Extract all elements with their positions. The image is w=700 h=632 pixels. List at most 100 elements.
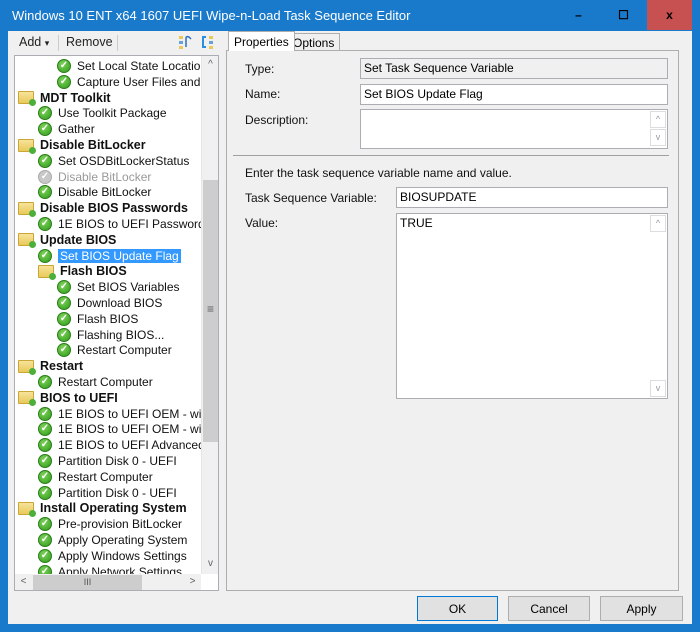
ok-button[interactable]: OK — [417, 596, 498, 621]
folder-icon — [18, 91, 36, 107]
tree-step[interactable]: ✓ Restart Computer — [38, 374, 153, 390]
check-icon: ✓ — [38, 438, 52, 453]
tree-group[interactable]: Disable BIOS Passwords — [18, 200, 188, 217]
scroll-down-icon[interactable]: v — [202, 558, 218, 569]
tree-step[interactable]: ✓ 1E BIOS to UEFI Advanced Settings — [38, 437, 218, 453]
scroll-down-icon[interactable]: v — [650, 380, 666, 397]
horizontal-scrollbar[interactable]: < III > — [15, 574, 201, 590]
value-text: TRUE — [400, 216, 433, 230]
tree-item-label: Pre-provision BitLocker — [58, 517, 183, 532]
tree-group[interactable]: Disable BitLocker — [18, 137, 146, 154]
tree-step[interactable]: ✓ Partition Disk 0 - UEFI — [38, 485, 177, 501]
tree-step[interactable]: ✓ Apply Windows Settings — [38, 548, 187, 564]
move-up-icon[interactable] — [178, 34, 192, 50]
tree-step[interactable]: ✓ Set BIOS Update Flag — [38, 248, 181, 264]
remove-button[interactable]: Remove — [66, 35, 113, 49]
maximize-icon: ☐ — [618, 8, 629, 22]
tree-item-label: MDT Toolkit — [40, 90, 111, 105]
tree-step[interactable]: ✓ 1E BIOS to UEFI Password Settings — [38, 216, 218, 232]
tab-properties[interactable]: Properties — [228, 31, 295, 51]
tree-item-label: Gather — [58, 122, 95, 137]
tree-step[interactable]: ✓ 1E BIOS to UEFI OEM - with Settings — [38, 406, 218, 422]
tree-step[interactable]: ✓ 1E BIOS to UEFI OEM - without Settings — [38, 421, 218, 437]
vertical-scrollbar[interactable]: ^ ≡ v — [201, 56, 218, 574]
tree-step[interactable]: ✓ Restart Computer — [38, 469, 153, 485]
check-icon: ✓ — [38, 217, 52, 231]
cancel-button[interactable]: Cancel — [508, 596, 590, 621]
tree-group[interactable]: BIOS to UEFI — [18, 390, 118, 407]
scroll-down-icon[interactable]: v — [650, 129, 666, 146]
scroll-up-icon[interactable]: ^ — [202, 59, 218, 70]
minimize-button[interactable]: – — [556, 0, 601, 30]
tree-item-label: Use Toolkit Package — [58, 106, 167, 121]
tree-group[interactable]: Update BIOS — [18, 232, 116, 249]
maximize-button[interactable]: ☐ — [601, 0, 646, 30]
tree-step[interactable]: ✓ Disable BitLocker — [38, 184, 151, 200]
add-button[interactable]: Add ▾ — [19, 35, 49, 49]
scroll-right-icon[interactable]: > — [184, 576, 201, 587]
tree-step[interactable]: ✓ Pre-provision BitLocker — [38, 516, 182, 532]
close-button[interactable]: x — [647, 0, 692, 30]
check-icon: ✓ — [38, 517, 52, 532]
value-textarea[interactable]: TRUE ^ v — [396, 213, 668, 399]
tree-step[interactable]: ✓ Apply Operating System — [38, 532, 187, 548]
tree-step[interactable]: ✓ Flashing BIOS... — [57, 327, 164, 343]
minimize-icon: – — [575, 8, 582, 22]
tree-step[interactable]: ✓ Flash BIOS — [57, 311, 138, 327]
tree-step[interactable]: ✓ Restart Computer — [57, 342, 172, 358]
tree-item-label: Disable BitLocker — [40, 138, 146, 152]
tree-step[interactable]: ✓ Use Toolkit Package — [38, 105, 167, 121]
apply-button[interactable]: Apply — [600, 596, 683, 621]
tree-group[interactable]: MDT Toolkit — [18, 90, 111, 107]
move-down-icon[interactable] — [200, 34, 214, 50]
description-textarea[interactable]: ^ v — [360, 109, 668, 149]
tree-step[interactable]: ✓ Gather — [38, 121, 95, 137]
tree-group[interactable]: Flash BIOS — [38, 263, 127, 280]
check-icon: ✓ — [38, 169, 52, 184]
variable-input[interactable]: BIOSUPDATE — [396, 187, 668, 208]
type-field: Set Task Sequence Variable — [360, 58, 668, 79]
task-sequence-tree[interactable]: ✓ Set Local State Location ✓ Capture User F… — [14, 55, 219, 591]
separator — [233, 155, 669, 156]
tree-step[interactable]: ✓ Capture User Files and Settings — [57, 74, 218, 90]
variable-label: Task Sequence Variable: — [245, 191, 377, 205]
tree-step[interactable]: ✓ Partition Disk 0 - UEFI — [38, 453, 177, 469]
name-label: Name: — [245, 87, 281, 101]
tree-item-label: Restart Computer — [58, 469, 153, 484]
tree-step[interactable]: ✓ Download BIOS — [57, 295, 162, 311]
folder-icon — [18, 391, 36, 407]
check-icon: ✓ — [38, 153, 52, 168]
tree-item-label: 1E BIOS to UEFI OEM - with Settings — [58, 406, 218, 421]
tree-step[interactable]: ✓ Disable BitLocker — [38, 169, 151, 185]
tree-item-label: Capture User Files and Settings — [77, 74, 218, 89]
vertical-scroll-thumb[interactable]: ≡ — [203, 180, 218, 442]
tree-group[interactable]: Restart — [18, 358, 83, 375]
check-icon: ✓ — [38, 548, 52, 563]
horizontal-scroll-thumb[interactable]: III — [33, 575, 142, 590]
folder-icon — [18, 359, 36, 375]
check-icon: ✓ — [38, 485, 52, 500]
tree-item-label: Partition Disk 0 - UEFI — [58, 454, 177, 468]
check-icon: ✓ — [38, 375, 52, 389]
tree-group[interactable]: Install Operating System — [18, 500, 187, 517]
tree-item-label: Disable BitLocker — [58, 169, 152, 184]
folder-icon — [18, 201, 36, 217]
grip-icon: ≡ — [206, 302, 214, 316]
tab-options[interactable]: Options — [287, 33, 341, 50]
chevron-down-icon: ▾ — [44, 38, 50, 48]
tree-item-label: BIOS to UEFI — [40, 390, 118, 405]
scroll-left-icon[interactable]: < — [15, 576, 32, 587]
tree-item-label: 1E BIOS to UEFI OEM - without Settings — [58, 422, 218, 437]
scroll-up-icon[interactable]: ^ — [650, 111, 666, 128]
tree-item-label: Flash BIOS — [60, 264, 127, 279]
check-icon: ✓ — [57, 59, 71, 73]
scroll-up-icon[interactable]: ^ — [650, 215, 666, 232]
tree-item-label: 1E BIOS to UEFI Advanced Settings — [58, 438, 218, 453]
tree-item-label: Flashing BIOS... — [77, 327, 165, 342]
name-input[interactable]: Set BIOS Update Flag — [360, 84, 668, 105]
tree-item-label: Set OSDBitLockerStatus — [58, 153, 190, 168]
tree-step[interactable]: ✓ Set BIOS Variables — [57, 279, 180, 295]
tree-item-label: 1E BIOS to UEFI Password Settings — [58, 217, 218, 231]
tree-step[interactable]: ✓ Set Local State Location — [57, 58, 207, 74]
tree-step[interactable]: ✓ Set OSDBitLockerStatus — [38, 153, 189, 169]
